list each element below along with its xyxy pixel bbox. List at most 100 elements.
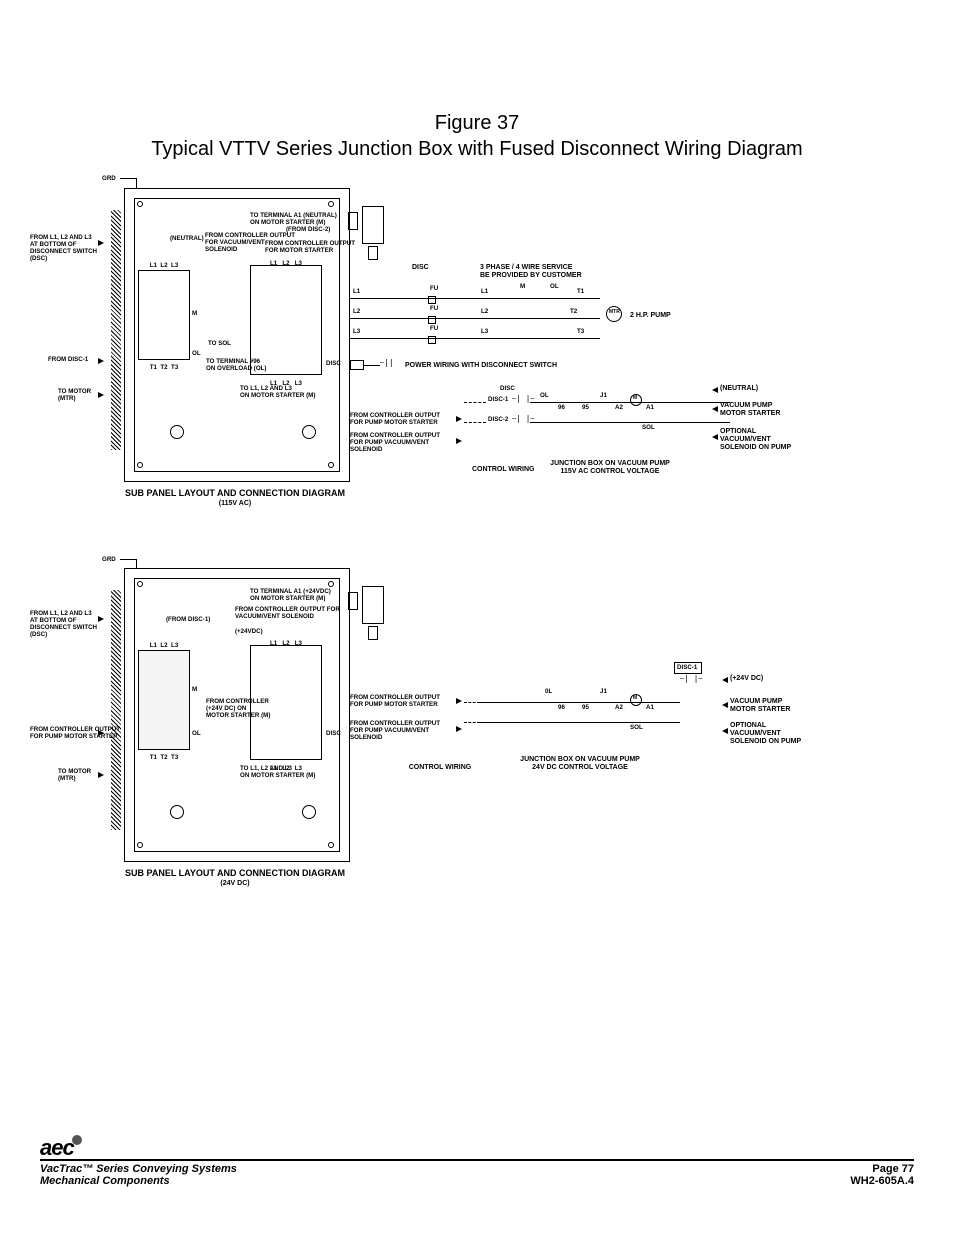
brand-logo: aec <box>40 1135 82 1161</box>
sch-m-upper: M <box>520 283 525 290</box>
sch-t1-upper: T1 <box>577 288 584 295</box>
footer-doc: WH2-605A.4 <box>850 1175 914 1187</box>
sch-l1-upper: L1 <box>353 288 360 295</box>
caption-sub-lower: (24V DC) <box>110 880 360 888</box>
vpms-lower: VACUUM PUMP MOTOR STARTER <box>730 698 790 714</box>
footer-series: VacTrac™ Series Conveying Systems <box>40 1163 237 1175</box>
to-l1l2l3-starter-lower: TO L1, L2 AND L3 ON MOTOR STARTER (M) <box>240 765 315 779</box>
to-motor-upper: TO MOTOR (MTR) <box>58 388 91 402</box>
a1-upper: A1 <box>646 404 654 411</box>
jbox-lower: JUNCTION BOX ON VACUUM PUMP 24V DC CONTR… <box>490 756 670 772</box>
logo-dot-icon <box>72 1135 82 1145</box>
caption-lower: SUB PANEL LAYOUT AND CONNECTION DIAGRAM <box>110 868 360 878</box>
figure-title: Figure 37 Typical VTTV Series Junction B… <box>40 110 914 162</box>
disc-sch-upper: DISC <box>412 264 429 272</box>
n95-upper: 95 <box>582 404 589 411</box>
from-ctrl-sol-lower: FROM CONTROLLER OUTPUT FOR PUMP VACUUM/V… <box>350 720 440 741</box>
to-motor-lower: TO MOTOR (MTR) <box>58 768 91 782</box>
knockout-lower <box>348 592 358 610</box>
sol-upper: SOL <box>642 424 655 431</box>
fu3-upper: FU <box>430 325 438 332</box>
jbox-upper: JUNCTION BOX ON VACUUM PUMP 115V AC CONT… <box>530 460 690 476</box>
figure-caption: Typical VTTV Series Junction Box with Fu… <box>151 138 802 160</box>
caption-upper: SUB PANEL LAYOUT AND CONNECTION DIAGRAM <box>110 488 360 498</box>
neutral-panel-upper: (NEUTRAL) <box>170 235 204 242</box>
ctrl-disc-upper: DISC <box>500 385 515 392</box>
grd-label-upper: GRD <box>102 175 116 182</box>
disc-label-lower: DISC <box>326 730 341 737</box>
to-sol-upper: TO SOL <box>208 340 231 347</box>
from-ctrl-motor-upper: FROM CONTROLLER OUTPUT FOR MOTOR STARTER <box>265 240 355 254</box>
from-l1l2l3-upper: FROM L1, L2 AND L3 AT BOTTOM OF DISCONNE… <box>30 234 97 263</box>
opt-sol-lower: OPTIONAL VACUUM/VENT SOLENOID ON PUMP <box>730 722 801 746</box>
sch-l3r-upper: L3 <box>481 328 488 335</box>
l1l2l3-disc-upper: L1 L2 L3 <box>255 260 317 267</box>
disc1-upper: DISC-1 <box>488 396 508 403</box>
ctrl-m-lower: M <box>633 696 637 702</box>
ol-label-upper: OL <box>192 350 201 357</box>
from-disc1-panel-lower: (FROM DISC-1) <box>166 616 210 623</box>
disc1-lower: DISC-1 <box>677 664 697 671</box>
n95-lower: 95 <box>582 704 589 711</box>
sol-lower: SOL <box>630 724 643 731</box>
sch-l2-upper: L2 <box>353 308 360 315</box>
disconnect-switch-lower <box>362 586 384 624</box>
disconnect-switch-upper <box>362 206 384 244</box>
motor-starter-block-lower <box>138 650 190 750</box>
from-ctrl-96-lower: FROM CONTROLLER (+24V DC) ON MOTOR START… <box>206 698 270 719</box>
footer-section: Mechanical Components <box>40 1175 170 1187</box>
sch-t3-upper: T3 <box>577 328 584 335</box>
a2-lower: A2 <box>615 704 623 711</box>
caption-sub-upper: (115V AC) <box>110 500 360 508</box>
vpms-upper: VACUUM PUMP MOTOR STARTER <box>720 402 780 418</box>
l1l2l3-lower: L1 L2 L3 <box>140 642 188 649</box>
figure-number: Figure 37 <box>435 112 520 134</box>
t1t2t3-upper: T1 T2 T3 <box>140 364 188 371</box>
sch-l3-upper: L3 <box>353 328 360 335</box>
from-ctrl-sol-panel-lower: FROM CONTROLLER OUTPUT FOR VACUUM/VENT S… <box>235 606 340 620</box>
fu2-upper: FU <box>430 305 438 312</box>
j1-upper: J1 <box>600 392 607 399</box>
ctrl-ol-upper: OL <box>540 392 549 399</box>
disc-label-upper: DISC <box>326 360 341 367</box>
sch-t2-upper: T2 <box>570 308 577 315</box>
disc2-upper: DISC-2 <box>488 416 508 423</box>
from-ctrl-starter-left-lower: FROM CONTROLLER OUTPUT FOR PUMP MOTOR ST… <box>30 726 120 740</box>
sch-l1r-upper: L1 <box>481 288 488 295</box>
from-ctrl-starter-upper: FROM CONTROLLER OUTPUT FOR PUMP MOTOR ST… <box>350 412 440 426</box>
three-phase-upper: 3 PHASE / 4 WIRE SERVICE BE PROVIDED BY … <box>480 264 582 280</box>
l1l2l3-disc-lower: L1 L2 L3 <box>255 640 317 647</box>
fu1-upper: FU <box>430 285 438 292</box>
ctrl-m-upper: M <box>633 396 637 402</box>
pump-upper: 2 H.P. PUMP <box>630 312 671 320</box>
motor-starter-block-upper <box>138 270 190 360</box>
diagram-area: GRD L1 L2 L3 M OL T1 T2 T3 L1 L2 L3 DISC… <box>40 170 914 1070</box>
to-term-a1-upper: TO TERMINAL A1 (NEUTRAL) ON MOTOR STARTE… <box>250 212 337 226</box>
from-disc2-upper: (FROM DISC-2) <box>286 226 330 233</box>
footer-page: Page 77 <box>872 1163 914 1175</box>
control-wiring-lower: CONTROL WIRING <box>390 764 490 772</box>
control-wiring-upper: CONTROL WIRING <box>472 466 534 474</box>
knockout-upper <box>348 212 358 230</box>
t1t2t3-lower: T1 T2 T3 <box>140 754 188 761</box>
page-footer: VacTrac™ Series Conveying Systems Mechan… <box>40 1159 914 1187</box>
neutral-right-upper: (NEUTRAL) <box>720 385 758 393</box>
from-ctrl-starter-lower: FROM CONTROLLER OUTPUT FOR PUMP MOTOR ST… <box>350 694 440 708</box>
from-l1l2l3-lower: FROM L1, L2 AND L3 AT BOTTOM OF DISCONNE… <box>30 610 97 639</box>
to-term-a1-lower: TO TERMINAL A1 (+24VDC) ON MOTOR STARTER… <box>250 588 331 602</box>
a2-upper: A2 <box>615 404 623 411</box>
plus24-lower: (+24V DC) <box>730 675 763 683</box>
n96-upper: 96 <box>558 404 565 411</box>
sch-l2r-upper: L2 <box>481 308 488 315</box>
l1l2l3-upper: L1 L2 L3 <box>140 262 188 269</box>
from-disc1-upper: FROM DISC-1 <box>48 356 88 363</box>
sch-ol-upper: OL <box>550 283 559 290</box>
mtr-upper: MTR <box>609 310 620 316</box>
ctrl-ol-lower: 0L <box>545 688 552 695</box>
to-l1l2l3-starter-upper: TO L1, L2 AND L3 ON MOTOR STARTER (M) <box>240 385 315 399</box>
j1-lower: J1 <box>600 688 607 695</box>
ol-label-lower: OL <box>192 730 201 737</box>
n96-lower: 96 <box>558 704 565 711</box>
from-ctrl-sol-upper: FROM CONTROLLER OUTPUT FOR PUMP VACUUM/V… <box>350 432 440 453</box>
plus24-panel-lower: (+24VDC) <box>235 628 263 635</box>
